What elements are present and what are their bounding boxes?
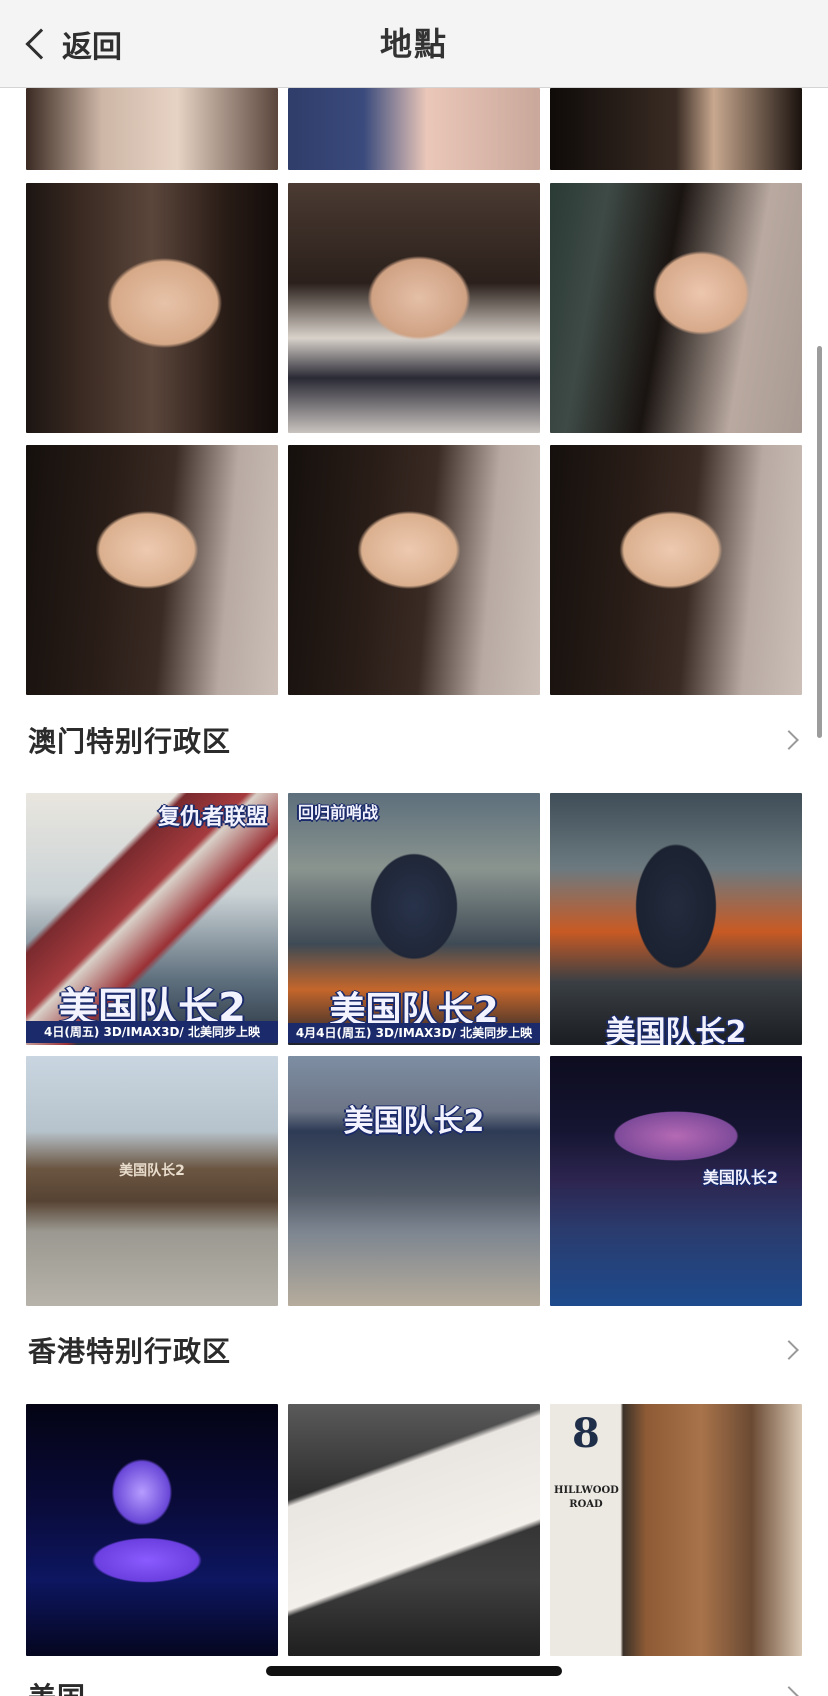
photo-thumbnail[interactable] [26,183,278,433]
store-sign: 美国队长2 [343,1104,485,1139]
billboard-title: 美国队长2 [702,1168,778,1187]
photo-thumbnail[interactable]: 美国队长2 [288,1056,540,1306]
photo-thumbnail[interactable]: 美国队长2 [26,1056,278,1306]
scrollbar[interactable] [817,346,822,738]
section-title: 澳门特别行政区 [28,725,232,758]
photo-thumbnail[interactable]: 美国队长2 [550,793,802,1045]
poster-footer: 4日(周五) 3D/IMAX3D/ 北美同步上映 [26,1021,278,1043]
chevron-right-icon [779,1340,799,1360]
photo-thumbnail[interactable]: 8 HILLWOOD ROAD [550,1404,802,1656]
section-title: 香港特别行政区 [28,1335,232,1368]
photo-thumbnail[interactable]: 复仇者联盟 美国队长2 4日(周五) 3D/IMAX3D/ 北美同步上映 [26,793,278,1045]
section-header-hong-kong[interactable]: 香港特别行政区 [0,1320,828,1380]
shop-sign: HILLWOOD ROAD [554,1485,619,1510]
photo-thumbnail[interactable] [288,183,540,433]
photo-thumbnail[interactable] [550,183,802,433]
chevron-right-icon [779,1686,799,1696]
photo-thumbnail[interactable] [288,1404,540,1656]
photo-thumbnail[interactable] [288,88,540,170]
section-header-macau[interactable]: 澳门特别行政区 [0,710,828,770]
poster-footer: 4月4日(周五) 3D/IMAX3D/ 北美同步上映 [288,1023,540,1043]
poster-title: 美国队长2 [605,1015,747,1045]
poster-caption: 复仇者联盟 [157,805,268,830]
photo-thumbnail[interactable] [550,445,802,695]
photo-thumbnail[interactable] [26,88,278,170]
store-mini-sign: 美国队长2 [119,1163,185,1179]
chevron-right-icon [779,730,799,750]
page-title: 地點 [379,25,448,63]
photo-thumbnail[interactable]: 美国队长2 [550,1056,802,1306]
photo-thumbnail[interactable]: 回归前哨战 美国队长2 4月4日(周五) 3D/IMAX3D/ 北美同步上映 [288,793,540,1045]
photo-thumbnail[interactable] [26,445,278,695]
home-indicator[interactable] [266,1666,562,1676]
shop-number: 8 [572,1410,600,1457]
poster-caption: 回归前哨战 [298,803,379,822]
photo-thumbnail[interactable] [26,1404,278,1656]
photo-thumbnail[interactable] [550,88,802,170]
photo-thumbnail[interactable] [288,445,540,695]
photo-scroll-area[interactable]: 澳门特别行政区 复仇者联盟 美国队长2 4日(周五) 3D/IMAX3D/ 北美… [0,0,828,1696]
section-title: 美国 [28,1676,86,1696]
navigation-bar: 返回 地點 [0,0,828,88]
